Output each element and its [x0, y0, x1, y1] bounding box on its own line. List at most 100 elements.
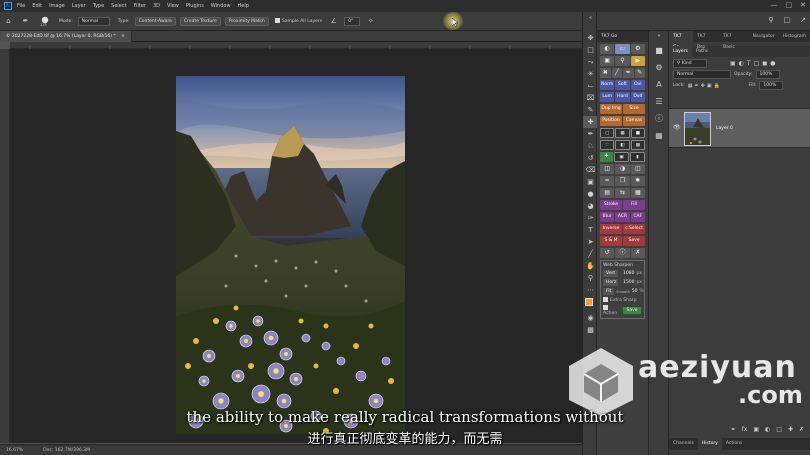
lock-icons[interactable]: ▦✒✥▣🔒 — [688, 83, 722, 89]
extra-sharp-checkbox[interactable]: Extra Sharp — [603, 297, 636, 303]
tk7-fill-icon[interactable]: ▩ — [630, 140, 645, 150]
create-texture-button[interactable]: Create Texture — [179, 16, 221, 26]
tab-tk7-go[interactable]: TK7 Go — [669, 31, 693, 50]
tk7-dup-img-button[interactable]: Dup Img — [600, 104, 622, 114]
tk7-soft-button[interactable]: Soft — [615, 80, 630, 90]
zoom-level[interactable]: 16.67% — [6, 448, 23, 453]
menu-file[interactable]: File — [17, 3, 25, 9]
menu-type[interactable]: Type — [93, 3, 104, 9]
tk7-doc-icon[interactable]: ▤ — [600, 188, 615, 198]
tk7-acr-button[interactable]: ACR — [615, 212, 630, 222]
swatches-icon[interactable]: ▦ — [649, 127, 669, 144]
stamp-tool-icon[interactable]: ♘ — [583, 140, 598, 152]
close-icon[interactable]: ✕ — [800, 1, 806, 9]
tab-layers[interactable]: Layers — [669, 46, 692, 57]
tk7-col-icon[interactable]: ▮ — [630, 152, 645, 162]
move-tool-icon[interactable]: ✥ — [583, 32, 598, 44]
layer-row[interactable]: 👁 Layer 0 — [669, 108, 810, 148]
tk7-square-icon[interactable]: □ — [600, 128, 615, 138]
web-save-button[interactable]: Save — [623, 307, 641, 314]
healing-tool-icon[interactable]: ✚ — [583, 116, 598, 128]
tk7-wand-icon[interactable]: ✸ — [630, 176, 645, 186]
tk7-trash-icon[interactable]: ✗ — [630, 248, 645, 258]
layer-name[interactable]: Layer 0 — [716, 126, 733, 131]
filter-icons[interactable]: ▣◐T□◼● — [730, 60, 778, 67]
learn-icon[interactable]: ■ — [649, 42, 669, 59]
tk7-dvd-button[interactable]: Dvd — [630, 92, 645, 102]
tab-paths[interactable]: Paths — [692, 46, 712, 57]
tk7-clone-icon[interactable]: ❒ — [615, 176, 630, 186]
gradient-icon[interactable]: ▣ — [583, 176, 598, 188]
tk7-split-icon[interactable]: ◧ — [615, 140, 630, 150]
tk7-box-icon[interactable]: ▣ — [614, 152, 629, 162]
menu-3d[interactable]: 3D — [153, 3, 160, 9]
horz-value[interactable]: 1500 — [620, 280, 634, 285]
minimize-icon[interactable]: — — [771, 1, 778, 9]
menu-filter[interactable]: Filter — [134, 3, 146, 9]
tk7-frame-icon[interactable]: ■ — [630, 128, 645, 138]
eraser-icon[interactable]: ⌫ — [583, 164, 598, 176]
pressure-size-icon[interactable]: ✧ — [365, 16, 376, 27]
content-aware-button[interactable]: Content-Aware — [134, 16, 176, 26]
tk7-c-select-button[interactable]: c Select — [623, 224, 645, 234]
menu-plugins[interactable]: Plugins — [186, 3, 204, 9]
tk7-bucket-icon[interactable]: ◫ — [630, 164, 645, 174]
pen-tool-icon[interactable]: ✑ — [583, 212, 598, 224]
crop-tool-icon[interactable]: ⌙ — [583, 80, 598, 92]
tk7-arrows-icon[interactable]: ⇆ — [615, 188, 630, 198]
tk7-ovl-button[interactable]: Ovl — [630, 80, 645, 90]
hand-tool-icon[interactable]: ✋ — [583, 260, 598, 272]
tk7-wave-icon[interactable]: ≈ — [600, 176, 615, 186]
tk7-play-icon[interactable]: ▶ — [630, 56, 645, 66]
document-tab[interactable]: © 2027228-EdD.tif @ 16.7% (Layer 0, RGB/… — [0, 31, 132, 42]
tk7-info-icon[interactable]: ⓘ — [615, 248, 630, 258]
smooth-value[interactable]: 50 — [632, 289, 638, 294]
workspace-icon[interactable]: □ — [784, 16, 791, 24]
blur-tool-icon[interactable]: ● — [583, 188, 598, 200]
tk7-slash-icon[interactable]: ╱ — [611, 68, 622, 78]
mode-select[interactable]: Normal — [77, 16, 110, 26]
maximize-icon[interactable]: □ — [786, 1, 793, 9]
fit-button[interactable]: Fit — [603, 288, 615, 295]
tk7-grid-icon[interactable]: ▦ — [615, 128, 630, 138]
tab-histogram[interactable]: Histogram — [779, 31, 810, 42]
brush-size-picker[interactable]: 125 — [37, 16, 53, 27]
tk7-dots-icon[interactable]: ∷ — [600, 140, 615, 150]
share-icon[interactable]: ↗ — [800, 16, 806, 24]
tk7-cross-icon[interactable]: ✖ — [600, 68, 611, 78]
sample-all-layers-checkbox[interactable]: Sample All Layers — [274, 18, 322, 24]
marquee-tool-icon[interactable]: □ — [583, 44, 598, 56]
eyedropper-icon[interactable]: ✎ — [583, 104, 598, 116]
zoom-tool-icon[interactable]: ⚲ — [583, 272, 598, 284]
menu-view[interactable]: View — [167, 3, 179, 9]
expand-icon[interactable]: » — [649, 31, 669, 42]
document-image[interactable] — [176, 76, 405, 434]
tk7-save-button[interactable]: Save — [623, 236, 645, 246]
type-tool-icon[interactable]: T — [583, 224, 598, 236]
close-tab-icon[interactable]: × — [121, 34, 125, 39]
vert-button[interactable]: Vert — [603, 270, 618, 277]
brush-tool-icon[interactable]: ✒ — [583, 128, 598, 140]
angle-field[interactable]: 0° — [344, 16, 361, 26]
menu-layer[interactable]: Layer — [72, 3, 86, 9]
screen-mode-icon[interactable]: ▩ — [583, 324, 598, 336]
tk7-edit-icon[interactable]: ✎ — [634, 68, 645, 78]
tk7-stroke-button[interactable]: Stroke — [600, 200, 622, 210]
home-icon[interactable]: ⌂ — [3, 16, 14, 27]
history-brush-icon[interactable]: ↺ — [583, 152, 598, 164]
fill-field[interactable]: 100% — [759, 81, 784, 90]
tk7-caf-button[interactable]: CAF — [630, 212, 645, 222]
tk7-tab[interactable]: TK7 Go — [597, 31, 648, 42]
tk7-mask-icon[interactable]: ◐ — [600, 44, 615, 54]
menu-select[interactable]: Select — [111, 3, 126, 9]
properties-icon[interactable]: ☰ — [649, 93, 669, 110]
tk7-select-icon[interactable]: ▣ — [600, 56, 615, 66]
quick-mask-icon[interactable]: ◉ — [583, 312, 598, 324]
horz-button[interactable]: Horz — [603, 279, 618, 286]
tab-tk7-basic[interactable]: TK7 Basic — [719, 31, 749, 50]
menu-window[interactable]: Window — [211, 3, 231, 9]
blend-mode-select[interactable]: Normal — [673, 70, 731, 79]
collapse-icon[interactable]: « — [583, 12, 598, 24]
vert-value[interactable]: 1080 — [620, 271, 634, 276]
tk7-gear-icon[interactable]: ⚙ — [630, 44, 645, 54]
